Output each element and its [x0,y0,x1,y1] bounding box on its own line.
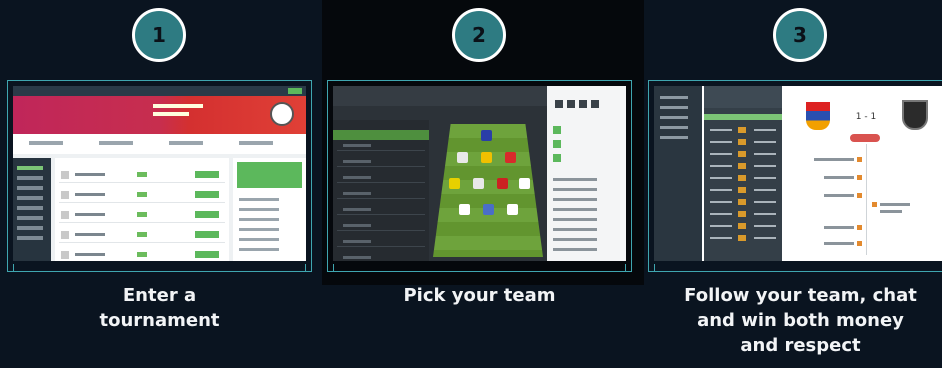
pitch [433,124,543,257]
caption-line: and win both money [697,310,904,331]
football-icon [270,102,294,126]
step-2: 2 Pick your team [327,0,637,368]
step-number-badge: 2 [452,8,506,62]
live-match-screenshot: 1 - 1 [654,86,942,261]
away-team-crest-icon [902,100,928,130]
caption-line: Follow your team, chat [684,285,917,306]
screenshot-frame [7,80,312,272]
tournament-lobby-screenshot [13,86,306,261]
step-1: 1 Enter a tournament [7,0,317,368]
home-team-crest-icon [806,102,830,130]
step-caption: Enter a tournament [7,283,312,333]
caption-line: Enter a [122,285,197,306]
team-picker-screenshot [333,86,626,261]
screenshot-frame [327,80,632,272]
step-caption: Pick your team [327,283,632,308]
caption-line: Pick your team [403,285,556,306]
match-score: 1 - 1 [855,112,877,122]
step-caption: Follow your team, chat and win both mone… [648,283,942,358]
step-number-badge: 1 [132,8,186,62]
step-number-badge: 3 [773,8,827,62]
caption-line: and respect [740,335,861,356]
step-3: 3 1 - 1 Follow your team, chat and win b… [648,0,942,368]
screenshot-frame: 1 - 1 [648,80,942,272]
caption-line: tournament [99,310,220,331]
